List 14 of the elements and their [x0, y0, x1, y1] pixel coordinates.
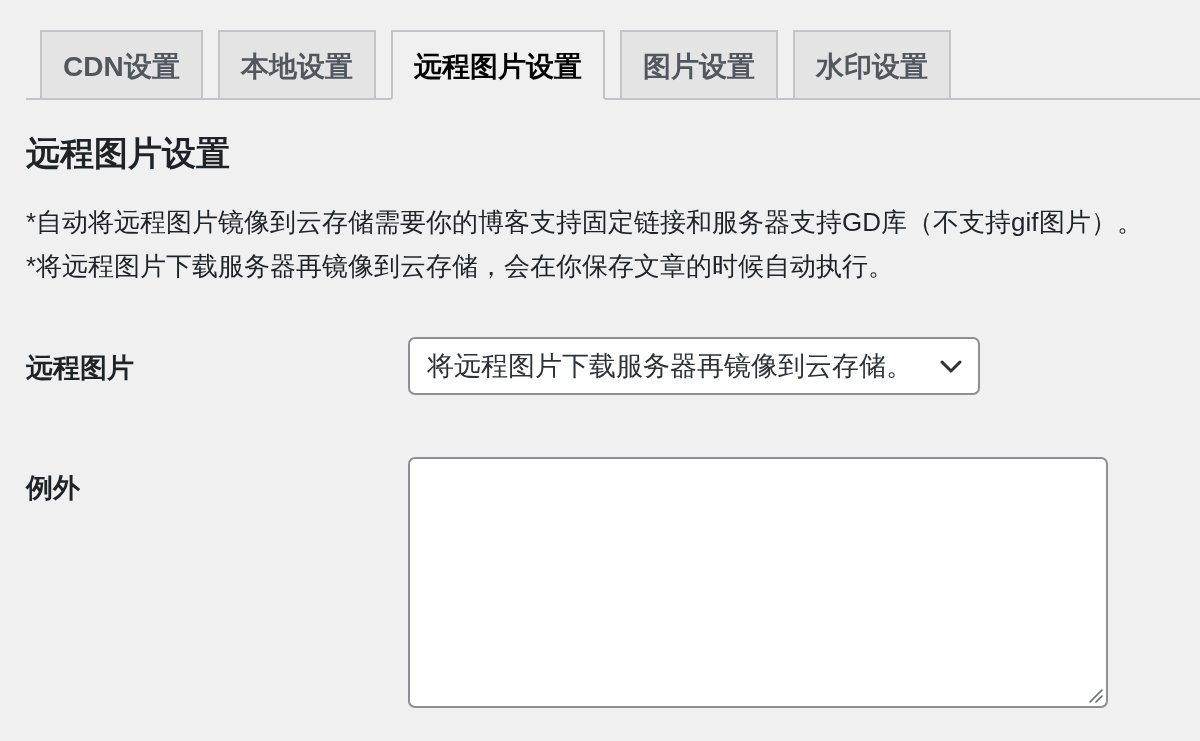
note-text: *自动将远程图片镜像到云存储需要你的博客支持固定链接和服务器支持GD库（不支持gif图片）。 — [26, 206, 1144, 239]
dropdown[interactable]: 将远程图片下载服务器再镜像到云存储。 — [408, 337, 980, 395]
textarea-field[interactable] — [408, 457, 1108, 708]
settings-tab[interactable]: CDN设置 — [40, 30, 203, 100]
resize-handle-icon[interactable] — [1089, 689, 1103, 703]
section-title: 远程图片设置 — [26, 133, 231, 174]
field-label: 远程图片 — [26, 352, 134, 385]
field-label: 例外 — [26, 472, 80, 505]
settings-tab[interactable]: 本地设置 — [217, 30, 376, 100]
settings-tab[interactable]: 远程图片设置 — [390, 30, 605, 100]
note-text: *将远程图片下载服务器再镜像到云存储，会在你保存文章的时候自动执行。 — [26, 250, 896, 283]
settings-tab[interactable]: 图片设置 — [619, 30, 778, 100]
chevron-down-icon — [940, 359, 962, 373]
settings-tab[interactable]: 水印设置 — [792, 30, 951, 100]
